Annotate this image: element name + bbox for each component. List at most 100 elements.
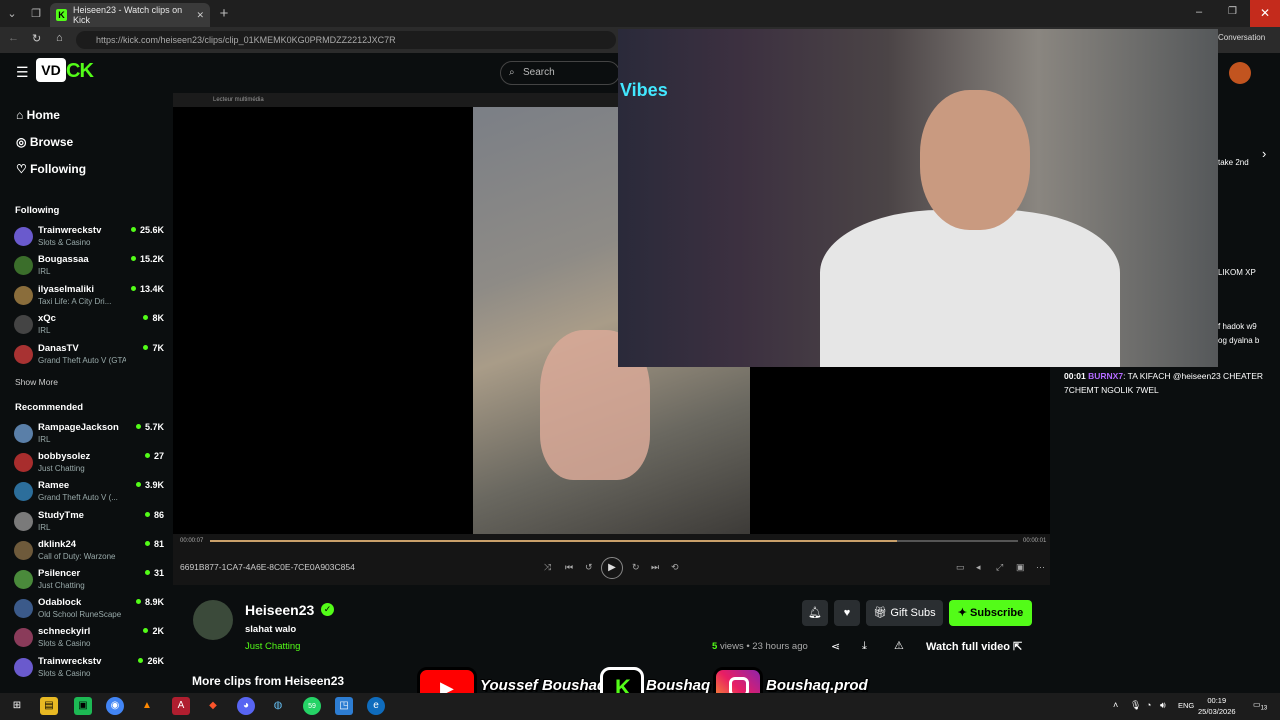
external-link-icon: ⇱ [1013, 641, 1023, 653]
subtitles-icon[interactable]: ▭ [956, 562, 965, 573]
window-close-button[interactable]: ✕ [1250, 0, 1280, 27]
reload-icon[interactable]: ↻ [32, 32, 41, 45]
fullscreen-icon[interactable]: ⤢ [996, 562, 1003, 573]
chat-timestamp: 00:01 [1064, 371, 1086, 381]
watch-full-video-link[interactable]: Watch full video ⇱ [926, 640, 1022, 653]
sidebar-channel[interactable]: schneckyirl Slots & Casino 2K [14, 626, 164, 654]
sidebar-channel[interactable]: Odablock Old School RuneScape 8.9K [14, 597, 164, 625]
channel-avatar [14, 453, 33, 473]
menu-icon[interactable]: ☰ [16, 64, 29, 81]
sidebar-channel[interactable]: Ramee Grand Theft Auto V (... 3.9K [14, 480, 164, 508]
browser-tab[interactable]: K Heiseen23 - Watch clips on Kick ✕ [50, 3, 210, 27]
previous-icon[interactable]: ⏮ [565, 562, 573, 573]
user-avatar[interactable] [1229, 62, 1251, 84]
edge-icon[interactable]: e [367, 697, 385, 715]
share-icon[interactable]: ⋖ [831, 640, 840, 653]
channel-category: IRL [38, 267, 51, 277]
network-icon[interactable]: ◔ [1146, 700, 1151, 710]
next-icon[interactable]: ⏭ [651, 562, 659, 573]
sidebar-item-following[interactable]: ♡ Following [16, 162, 86, 176]
show-more-link[interactable]: Show More [15, 377, 58, 387]
rewind-icon[interactable]: ↺ [585, 562, 593, 573]
url-input[interactable]: https://kick.com/heiseen23/clips/clip_01… [76, 31, 616, 49]
sidebar-channel[interactable]: RampageJackson IRL 5.7K [14, 422, 164, 450]
new-tab-icon[interactable]: + [216, 6, 232, 22]
tab-close-icon[interactable]: ✕ [196, 10, 204, 21]
repeat-icon[interactable]: ⟲ [671, 562, 679, 573]
workspaces-icon[interactable]: ❐ [28, 6, 44, 22]
restore-icon[interactable]: ❐ [1228, 6, 1237, 17]
channel-avatar [14, 570, 33, 589]
heart-follow-icon[interactable]: ♥ [834, 600, 860, 626]
sidebar-item-browse[interactable]: ◎ Browse [16, 135, 73, 149]
clip-category[interactable]: Just Chatting [245, 641, 300, 652]
taskbar-clock[interactable]: 00:19 25/03/2026 [1198, 695, 1236, 717]
sidebar-channel[interactable]: Trainwreckstv Slots & Casino 25.6K [14, 225, 164, 253]
sidebar-channel[interactable]: bobbysolez Just Chatting 27 [14, 451, 164, 479]
minimize-icon[interactable]: – [1196, 6, 1202, 18]
gift-subs-button[interactable]: 🎁︎ Gift Subs [866, 600, 943, 626]
search-input[interactable]: ⌕ Search [500, 61, 620, 85]
chat-snippet: f hadok w9 [1218, 322, 1257, 331]
subscribe-button[interactable]: ✦ Subscribe [949, 600, 1032, 626]
windows-start-icon[interactable]: ⊞ [8, 697, 26, 715]
notification-icon[interactable]: ▭13 [1253, 700, 1267, 712]
channel-name: RampageJackson [38, 422, 119, 433]
app-icon[interactable]: ▣ [74, 697, 92, 715]
bell-icon[interactable]: 🔔︎ [802, 600, 828, 626]
volume-icon[interactable]: ◂ [976, 562, 981, 573]
file-explorer-icon[interactable]: ▤ [40, 697, 58, 715]
gift-icon: 🎁︎ [873, 607, 891, 619]
sidebar-channel[interactable]: ilyaselmaliki Taxi Life: A City Dri... 13.… [14, 284, 164, 312]
neon-sign: Vibes [620, 80, 668, 100]
chrome-icon[interactable]: ◉ [106, 697, 124, 715]
sidebar-channel[interactable]: dklink24 Call of Duty: Warzone 81 [14, 539, 164, 567]
download-icon[interactable]: ⤓ [862, 640, 867, 653]
sidebar-channel[interactable]: Bougassaa IRL 15.2K [14, 254, 164, 282]
back-icon[interactable]: ← [8, 32, 19, 44]
more-options-icon[interactable]: ⋯ [1036, 562, 1045, 573]
chat-username[interactable]: BURNX7 [1088, 371, 1123, 381]
home-icon[interactable]: ⌂ [56, 32, 63, 44]
miniplayer-icon[interactable]: ▣ [1016, 562, 1025, 573]
forward-icon[interactable]: ↻ [632, 562, 640, 573]
language-indicator[interactable]: ENG [1178, 701, 1194, 710]
tray-chevron-icon[interactable]: ˄ [1113, 700, 1118, 710]
views-count: 5 [712, 641, 718, 652]
sidebar-channel[interactable]: Trainwreckstv Slots & Casino 26K [14, 656, 164, 684]
kick-logo[interactable]: CK [66, 60, 94, 83]
clock-date: 25/03/2026 [1198, 707, 1236, 716]
steam-icon[interactable]: ◍ [269, 697, 287, 715]
channel-avatar[interactable] [193, 600, 233, 640]
acrobat-icon[interactable]: A [172, 697, 190, 715]
sidebar-channel[interactable]: DanasTV Grand Theft Auto V (GTA) 7K [14, 343, 164, 371]
channel-name[interactable]: Heiseen23 [245, 602, 314, 618]
sidebar-channel[interactable]: StudyTme IRL 86 [14, 510, 164, 538]
report-icon[interactable]: ⚠ [894, 639, 904, 652]
viewer-count: 8K [143, 313, 164, 323]
sidebar-item-home[interactable]: ⌂ Home [16, 108, 60, 122]
app-icon-2[interactable]: ◳ [335, 697, 353, 715]
channel-category: Just Chatting [38, 581, 85, 590]
play-button[interactable]: ▶ [601, 557, 623, 579]
sidebar-channel[interactable]: Psilencer Just Chatting 31 [14, 568, 164, 596]
brave-icon[interactable]: ◆ [204, 697, 222, 715]
youtube-handle: Youssef Boushaq [480, 677, 607, 694]
shuffle-icon[interactable]: ⤨ [544, 562, 551, 573]
channel-avatar [14, 599, 33, 619]
chat-snippet: LIKOM XP [1218, 268, 1256, 277]
vlc-icon[interactable]: ▲ [138, 697, 156, 715]
discord-icon[interactable]: ◕ [237, 697, 255, 715]
star-icon: ✦ [957, 607, 971, 619]
tab-list-icon[interactable]: ⌄ [4, 6, 20, 22]
mic-icon[interactable]: 🎙︎ [1130, 700, 1141, 711]
chevron-right-icon[interactable]: › [1262, 146, 1266, 161]
sidebar-channel[interactable]: xQc IRL 8K [14, 313, 164, 341]
volume-tray-icon[interactable]: 🔊︎ [1160, 700, 1166, 711]
channel-avatar [14, 540, 33, 560]
whatsapp-icon[interactable]: 59 [303, 697, 321, 715]
more-clips-heading: More clips from Heiseen23 [192, 674, 345, 688]
channel-category: Slots & Casino [38, 238, 91, 247]
time-current: 00:00:07 [180, 538, 204, 544]
tab-title: Heiseen23 - Watch clips on Kick [72, 5, 183, 25]
